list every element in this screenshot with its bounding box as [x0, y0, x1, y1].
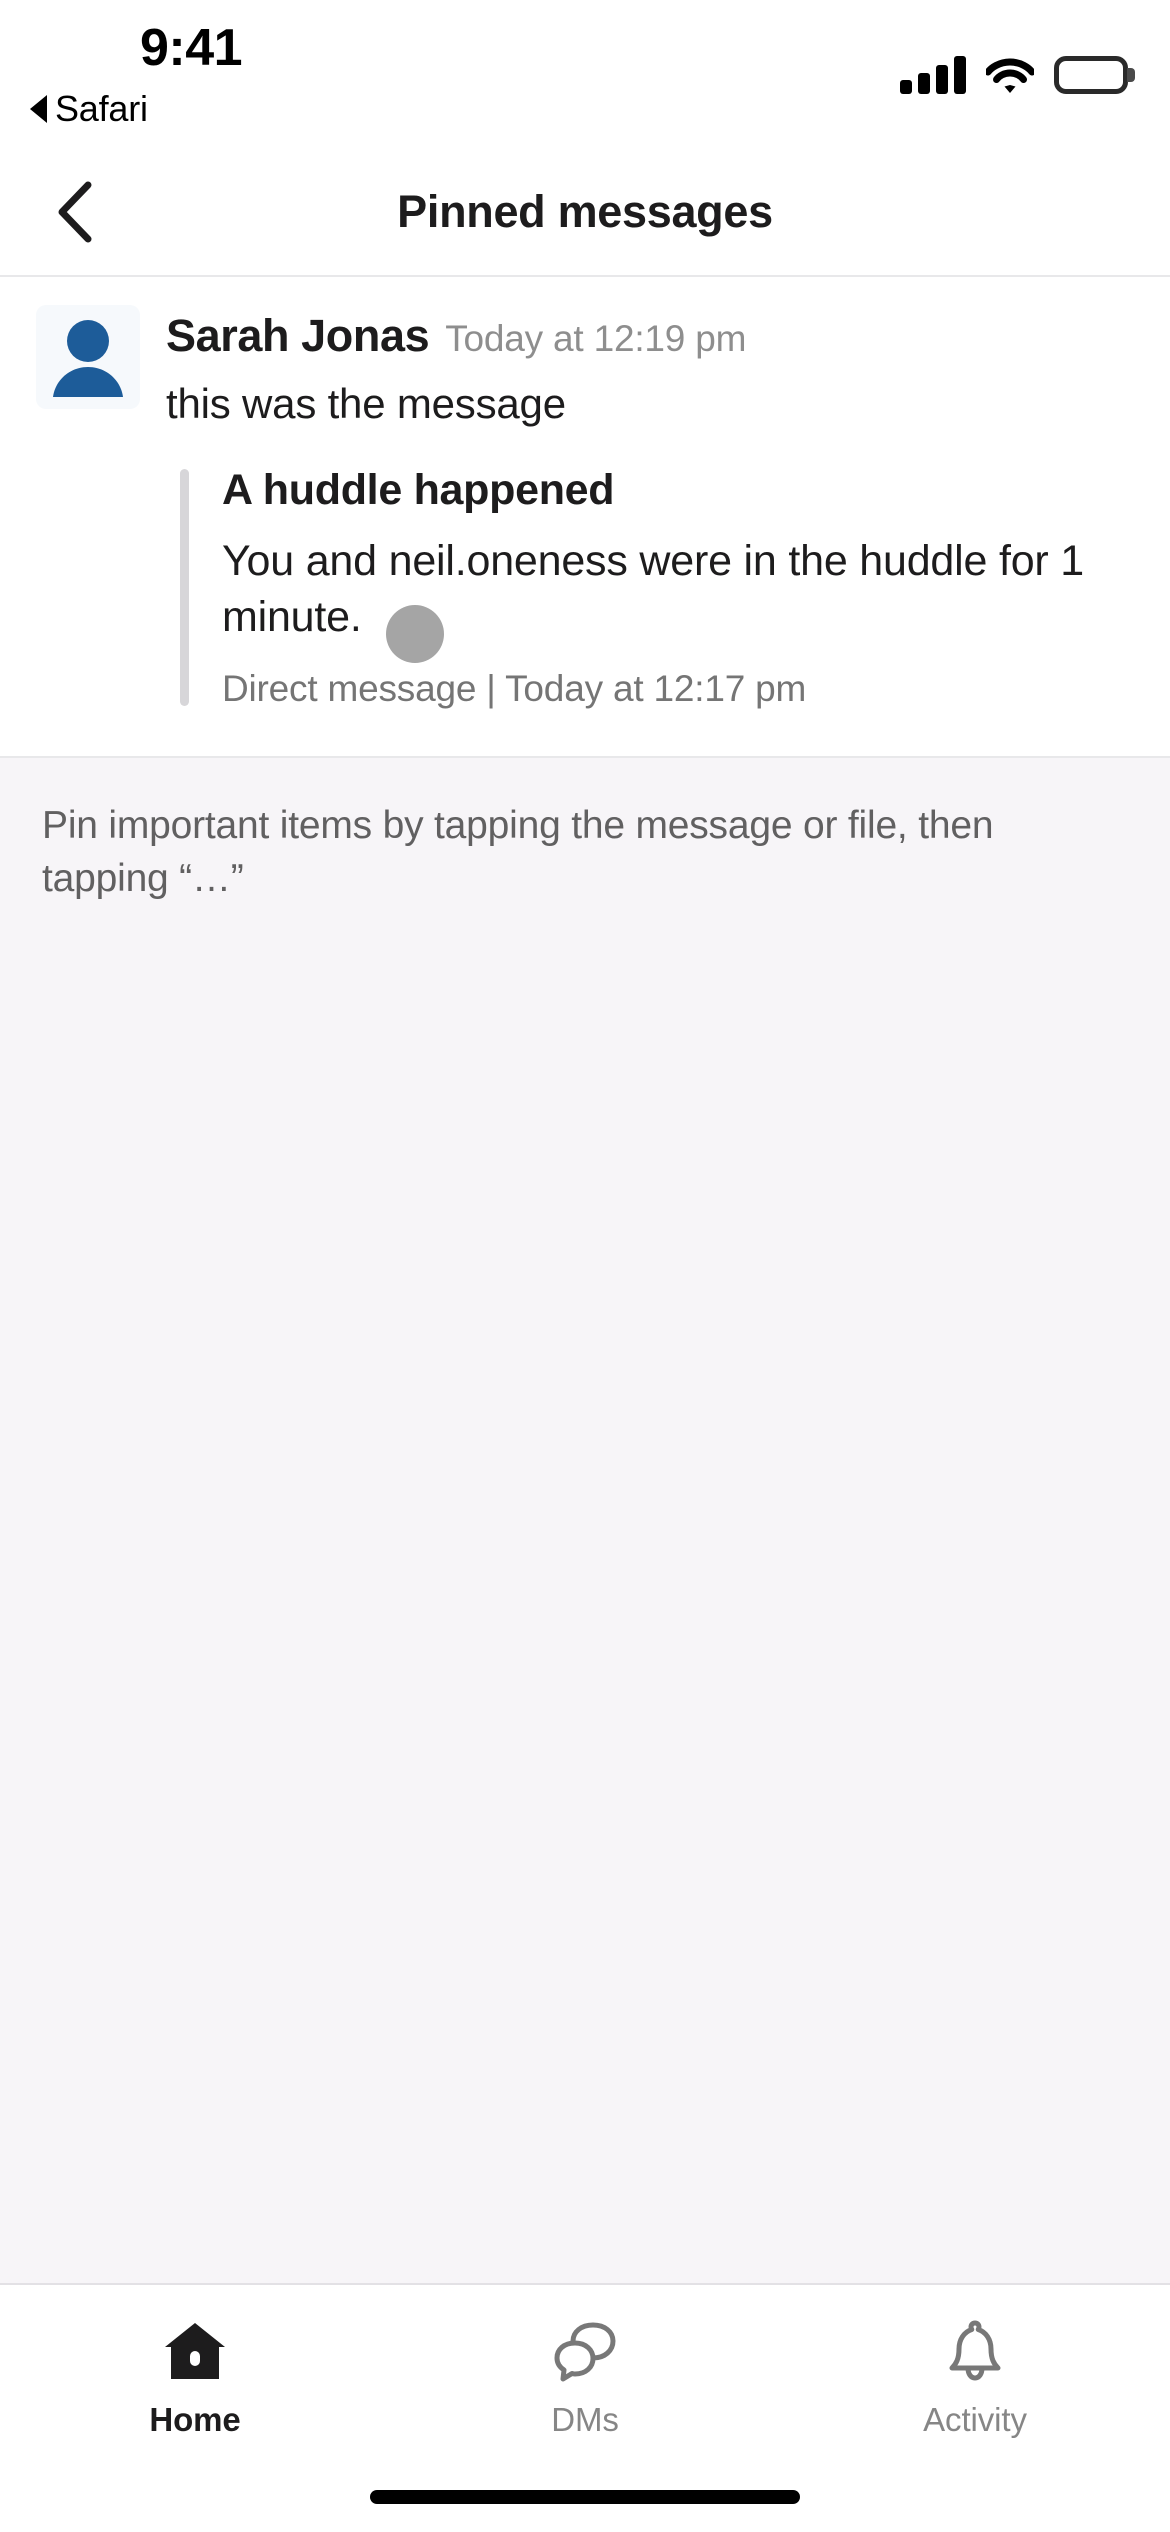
message-author[interactable]: Sarah Jonas: [166, 313, 430, 358]
status-bar: 9:41 Safari: [0, 0, 1170, 150]
cellular-signal-icon: [900, 56, 966, 94]
bell-icon: [939, 2315, 1011, 2387]
wifi-icon: [986, 56, 1034, 94]
pinned-list-empty-area: Pin important items by tapping the messa…: [0, 757, 1170, 2283]
message-content: Sarah Jonas Today at 12:19 pm this was t…: [140, 305, 1130, 431]
tab-dms[interactable]: DMs: [390, 2315, 780, 2439]
return-app-label: Safari: [55, 88, 148, 129]
navigation-header: Pinned messages: [0, 150, 1170, 277]
pinned-message-item[interactable]: Sarah Jonas Today at 12:19 pm this was t…: [0, 277, 1170, 758]
attachment-text: You and neil.oneness were in the huddle …: [222, 537, 1085, 641]
tab-activity-label: Activity: [923, 2401, 1027, 2438]
page-title: Pinned messages: [397, 185, 773, 237]
status-bar-time: 9:41: [140, 19, 243, 77]
message-timestamp: Today at 12:19 pm: [445, 318, 747, 359]
home-indicator[interactable]: [370, 2490, 800, 2504]
pin-hint-text: Pin important items by tapping the messa…: [42, 803, 994, 900]
attachment-meta: Direct message | Today at 12:17 pm: [222, 667, 807, 709]
tab-home-label: Home: [149, 2401, 241, 2438]
tab-activity[interactable]: Activity: [780, 2315, 1170, 2439]
huddle-attachment[interactable]: A huddle happened You and neil.oneness w…: [180, 465, 1130, 710]
status-bar-icons: [900, 44, 1128, 94]
home-icon: [159, 2315, 231, 2387]
phone-screen: 9:41 Safari Pinned messages Sarah Jonas …: [0, 0, 1170, 2532]
return-to-safari-link[interactable]: Safari: [30, 88, 148, 130]
message-header: Sarah Jonas Today at 12:19 pm: [166, 305, 1130, 358]
tab-dms-label: DMs: [551, 2401, 619, 2438]
avatar[interactable]: [36, 305, 140, 409]
battery-full-icon: [1054, 56, 1128, 94]
message-row: Sarah Jonas Today at 12:19 pm this was t…: [36, 305, 1130, 431]
tab-home[interactable]: Home: [0, 2315, 390, 2439]
message-text: this was the message: [166, 380, 566, 427]
back-triangle-icon: [30, 95, 47, 123]
user-avatar-icon: [36, 305, 140, 409]
attachment-title: A huddle happened: [222, 465, 615, 514]
speech-bubbles-icon: [549, 2315, 621, 2387]
